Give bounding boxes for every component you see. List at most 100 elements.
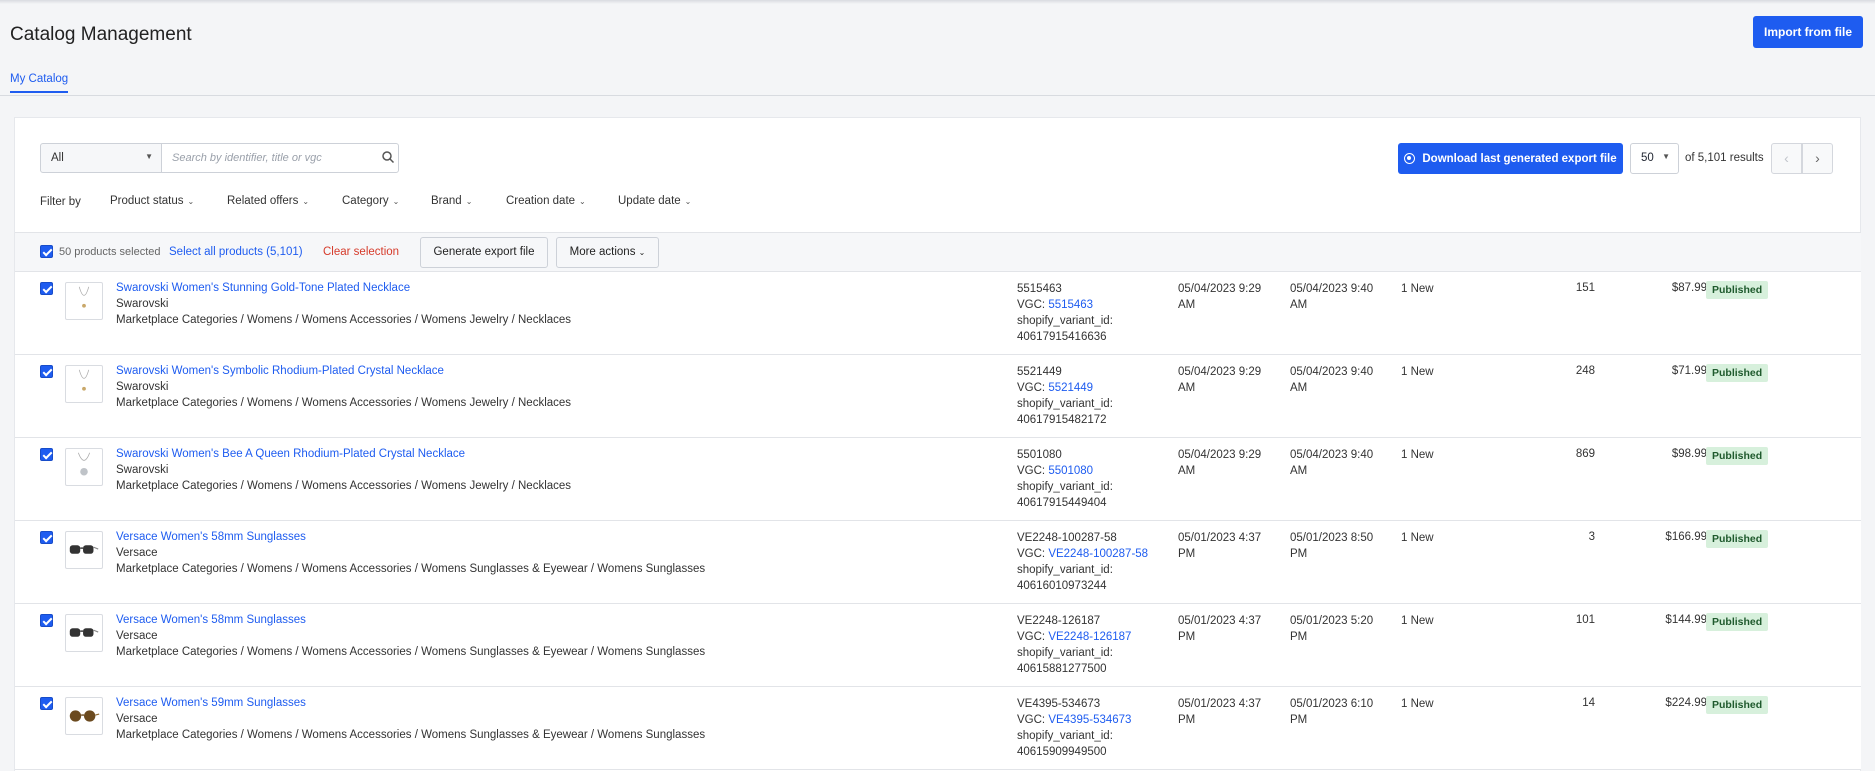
pendant-icon (66, 452, 102, 488)
product-category: Marketplace Categories / Womens / Womens… (116, 646, 706, 658)
product-thumbnail[interactable] (65, 282, 103, 320)
filter-category[interactable]: Category ⌄ (342, 195, 399, 207)
filter-by-label: Filter by (40, 196, 81, 208)
product-thumbnail[interactable] (65, 365, 103, 403)
previous-page-button[interactable]: ‹ (1771, 143, 1802, 174)
quantity: 3 (1588, 531, 1595, 543)
creation-date: 05/01/2023 4:37 PM (1178, 696, 1261, 728)
filter-brand[interactable]: Brand ⌄ (431, 195, 472, 207)
product-title-link[interactable]: Swarovski Women's Bee A Queen Rhodium-Pl… (116, 448, 465, 460)
vgc-label: VGC: (1017, 382, 1049, 394)
chevron-left-icon: ‹ (1784, 150, 1789, 166)
vgc-link[interactable]: 5515463 (1048, 299, 1093, 311)
product-title-link[interactable]: Versace Women's 58mm Sunglasses (116, 531, 306, 543)
select-all-products-link[interactable]: Select all products (5,101) (169, 246, 303, 258)
vgc-link[interactable]: VE4395-534673 (1048, 714, 1131, 726)
creation-date: 05/04/2023 9:29 AM (1178, 447, 1261, 479)
download-export-button[interactable]: Download last generated export file (1398, 143, 1623, 174)
row-checkbox[interactable] (40, 365, 53, 378)
filter-label: Update date (618, 195, 681, 207)
update-date: 05/01/2023 6:10 PM (1290, 696, 1373, 728)
update-date-line: 05/04/2023 9:40 (1290, 449, 1374, 461)
selected-count: 50 products selected (59, 246, 161, 258)
creation-time-period: AM (1178, 465, 1196, 477)
vgc-link[interactable]: VE2248-100287-58 (1048, 548, 1148, 560)
vgc-label: VGC: (1017, 465, 1049, 477)
vgc-link[interactable]: 5501080 (1048, 465, 1093, 477)
select-page-checkbox[interactable] (40, 245, 53, 258)
filter-product-status[interactable]: Product status ⌄ (110, 195, 194, 207)
price: $166.99 (1665, 531, 1707, 543)
clear-selection-link[interactable]: Clear selection (323, 246, 399, 258)
import-from-file-button[interactable]: Import from file (1753, 16, 1863, 48)
price: $71.99 (1671, 365, 1707, 377)
next-page-button[interactable]: › (1802, 143, 1833, 174)
update-date: 05/04/2023 9:40 AM (1290, 447, 1373, 479)
product-title-link[interactable]: Swarovski Women's Symbolic Rhodium-Plate… (116, 365, 444, 377)
update-time-period: PM (1290, 548, 1308, 560)
variant-id: 40615881277500 (1017, 663, 1107, 675)
row-checkbox[interactable] (40, 448, 53, 461)
variant-label: shopify_variant_id: (1017, 647, 1113, 659)
product-title-link[interactable]: Swarovski Women's Stunning Gold-Tone Pla… (116, 282, 410, 294)
creation-time-period: PM (1178, 548, 1196, 560)
product-thumbnail[interactable] (65, 448, 103, 486)
per-page-select[interactable]: 50 ▼ (1630, 143, 1679, 174)
quantity: 248 (1575, 365, 1595, 377)
scope-select[interactable]: All ▼ (40, 143, 162, 173)
vgc-label: VGC: (1017, 299, 1049, 311)
variant-label: shopify_variant_id: (1017, 315, 1113, 327)
product-title-link[interactable]: Versace Women's 59mm Sunglasses (116, 697, 306, 709)
product-identifier: 5515463 (1017, 283, 1062, 295)
identifier-cell: 5501080 VGC: 5501080 shopify_variant_id: 40… (1017, 447, 1113, 511)
related-offers: 1 New (1401, 366, 1434, 378)
product-thumbnail[interactable] (65, 614, 103, 652)
generate-export-button[interactable]: Generate export file (420, 237, 548, 268)
vgc-link[interactable]: 5521449 (1048, 382, 1093, 394)
identifier-cell: VE2248-126187 VGC: VE2248-126187 shopify_v… (1017, 613, 1131, 677)
chevron-down-icon: ⌄ (579, 197, 586, 206)
vgc-label: VGC: (1017, 631, 1049, 643)
product-thumbnail[interactable] (65, 697, 103, 735)
chevron-right-icon: › (1815, 150, 1820, 166)
update-date: 05/01/2023 8:50 PM (1290, 530, 1373, 562)
product-thumbnail[interactable] (65, 531, 103, 569)
chevron-down-icon: ⌄ (392, 197, 400, 206)
search-icon[interactable] (381, 150, 395, 164)
table-row: Versace Women's 58mm Sunglasses Versace Ma… (15, 604, 1861, 687)
product-category: Marketplace Categories / Womens / Womens… (116, 397, 572, 409)
product-brand: Swarovski (116, 298, 169, 310)
related-offers: 1 New (1401, 283, 1434, 295)
creation-date-line: 05/01/2023 4:37 (1178, 615, 1262, 627)
product-category: Marketplace Categories / Womens / Womens… (116, 563, 706, 575)
creation-date: 05/01/2023 4:37 PM (1178, 613, 1261, 645)
row-checkbox[interactable] (40, 697, 53, 710)
more-actions-button[interactable]: More actions ⌄ (556, 237, 659, 268)
update-date: 05/04/2023 9:40 AM (1290, 281, 1373, 313)
row-checkbox[interactable] (40, 531, 53, 544)
price: $224.99 (1665, 697, 1707, 709)
row-checkbox[interactable] (40, 614, 53, 627)
identifier-cell: 5515463 VGC: 5515463 shopify_variant_id: 40… (1017, 281, 1113, 345)
status-badge: Published (1706, 696, 1769, 714)
row-checkbox[interactable] (40, 282, 53, 295)
table-row: Swarovski Women's Stunning Gold-Tone Pla… (15, 272, 1861, 355)
update-date-line: 05/01/2023 5:20 (1290, 615, 1374, 627)
search-input[interactable] (161, 143, 399, 173)
filter-related-offers[interactable]: Related offers ⌄ (227, 195, 309, 207)
more-actions-label: More actions (569, 246, 636, 258)
product-category: Marketplace Categories / Womens / Womens… (116, 480, 572, 492)
variant-id: 40617915482172 (1017, 414, 1107, 426)
vgc-link[interactable]: VE2248-126187 (1048, 631, 1131, 643)
filter-creation-date[interactable]: Creation date ⌄ (506, 195, 586, 207)
identifier-cell: VE4395-534673 VGC: VE4395-534673 shopify_v… (1017, 696, 1131, 760)
tab-my-catalog[interactable]: My Catalog (10, 73, 69, 93)
quantity: 101 (1575, 614, 1595, 626)
product-identifier: VE4395-534673 (1017, 698, 1101, 710)
creation-date: 05/01/2023 4:37 PM (1178, 530, 1261, 562)
related-offers: 1 New (1401, 532, 1434, 544)
radio-circle-icon (1404, 153, 1416, 164)
status-badge: Published (1706, 281, 1769, 299)
product-title-link[interactable]: Versace Women's 58mm Sunglasses (116, 614, 306, 626)
filter-update-date[interactable]: Update date ⌄ (618, 195, 691, 207)
